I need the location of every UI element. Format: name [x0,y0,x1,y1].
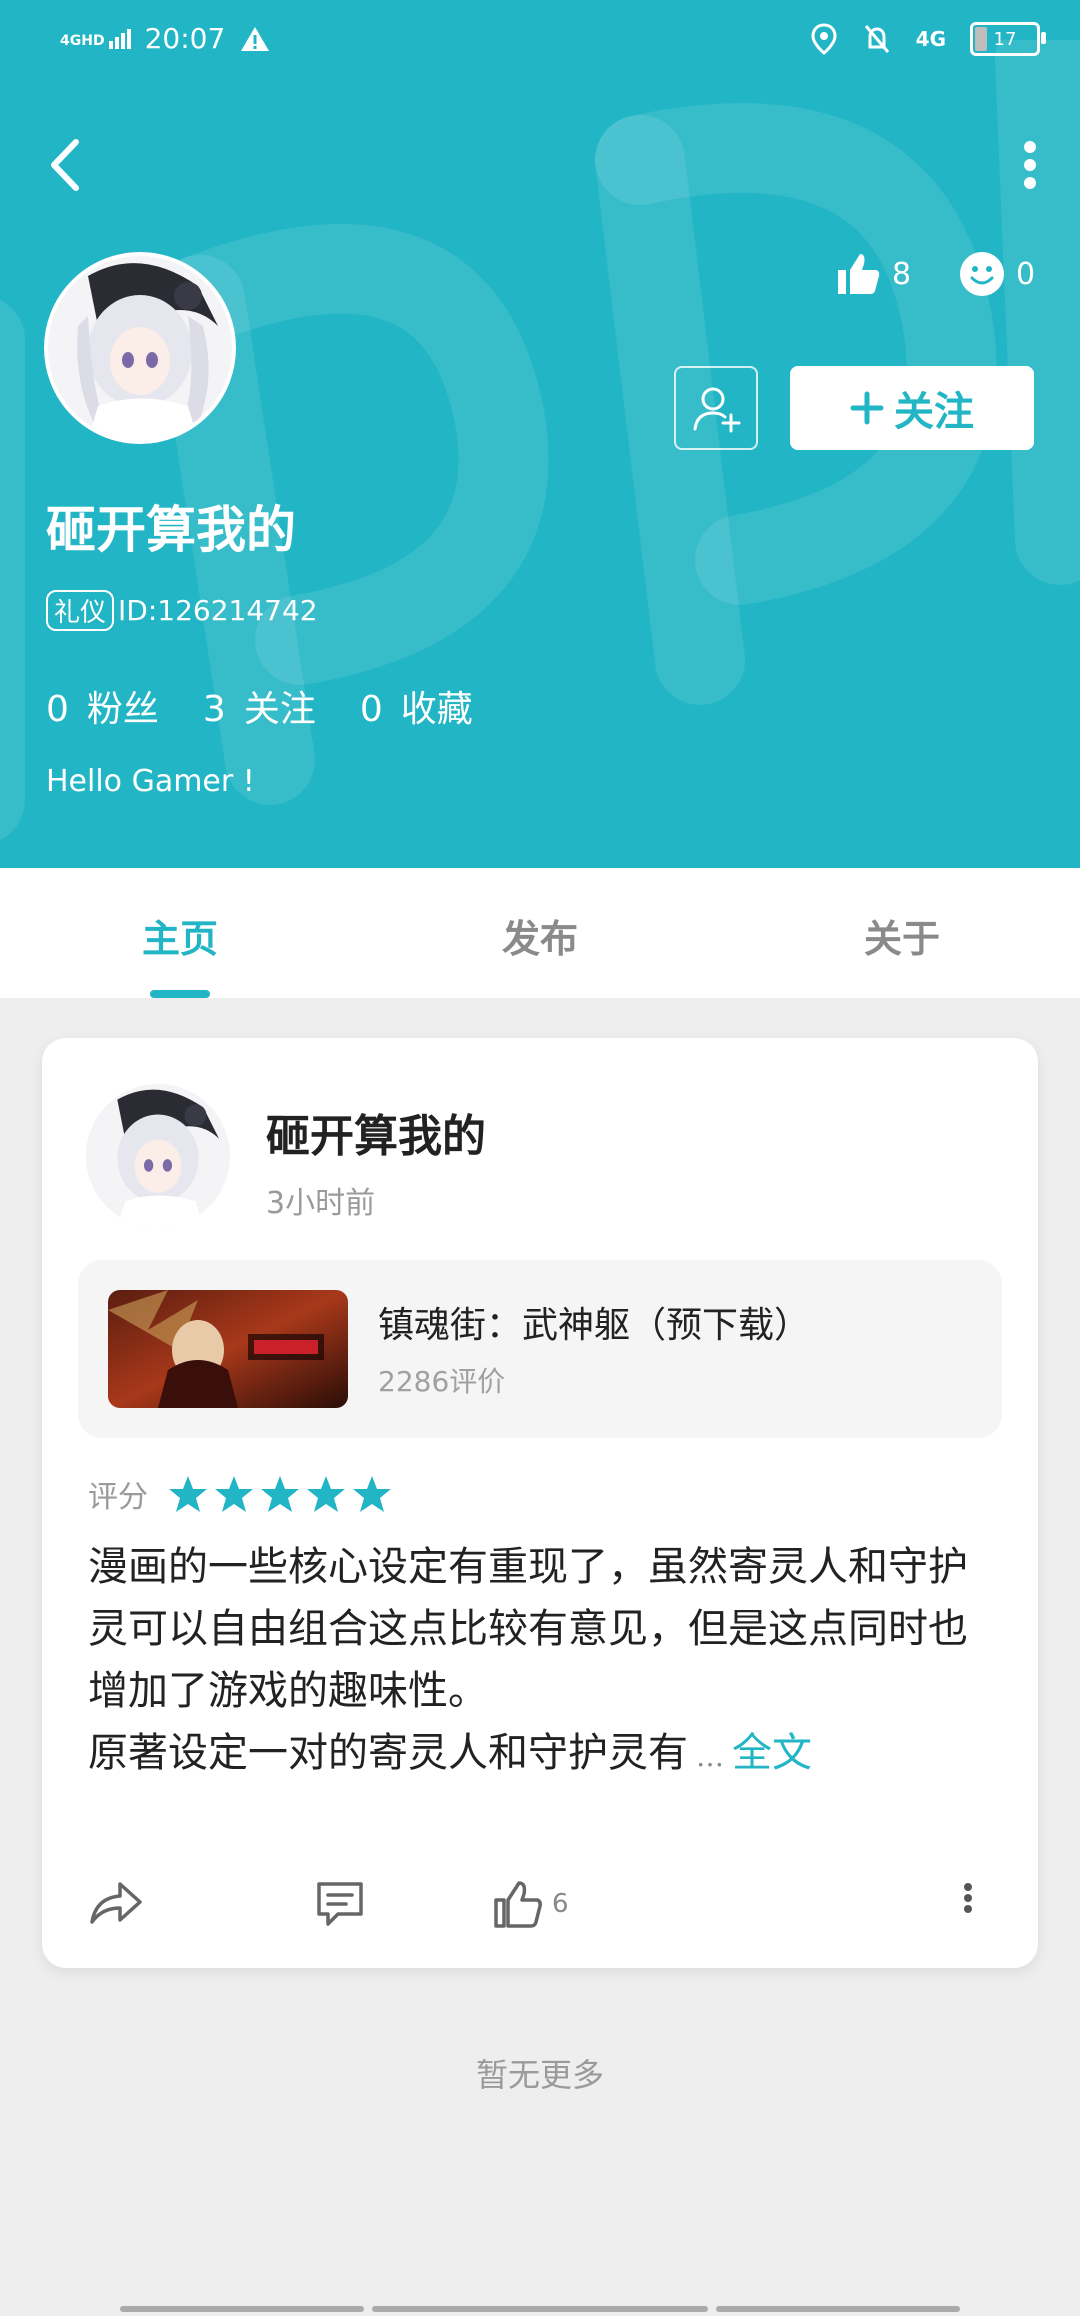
tab-posts[interactable]: 发布 [502,908,578,963]
active-tab-indicator [150,990,210,998]
smiles-stat[interactable]: 0 [958,250,1035,298]
author-avatar[interactable] [86,1084,230,1228]
add-friend-button[interactable] [674,366,758,450]
profile-bio: Hello Gamer ! [46,764,255,799]
review-text[interactable]: 漫画的一些核心设定有重现了，虽然寄灵人和守护灵可以自由组合这点比较有意见，但是这… [88,1536,988,1788]
battery-icon: 17 [970,22,1046,56]
profile-avatar[interactable] [44,252,236,444]
rating-label: 评分 [88,1480,148,1515]
game-cover-art [108,1290,348,1408]
chevron-left-icon [51,139,79,191]
favorites-count[interactable]: 0 收藏 [360,680,473,732]
post-time: 3小时前 [266,1186,376,1221]
star-icon [261,1476,299,1512]
nav-bar-segment [716,2306,960,2312]
mute-bell-icon [864,25,889,53]
network-label: 4GHD [60,32,105,49]
warning-icon [241,26,270,51]
profile-username: 砸开算我的 [46,500,296,559]
title-badge: 礼仪 [46,590,115,631]
signal-icon: 4GHD [60,28,131,49]
ellipsis: … [696,1740,724,1773]
badge-row: 礼仪 ID:126214742 [46,590,318,631]
nav-bar-segment [120,2306,364,2312]
tab-home[interactable]: 主页 [142,908,218,963]
thumbs-up-icon [838,254,880,294]
thumbs-up-outline-icon [494,1881,542,1928]
star-icon [307,1476,345,1512]
back-button[interactable] [40,130,90,200]
game-review-count: 2286评价 [378,1365,506,1398]
user-id: ID:126214742 [118,594,318,627]
read-full-link[interactable]: 全文 [732,1730,812,1776]
more-vertical-icon [1024,141,1036,189]
follow-button[interactable]: 关注 [790,366,1034,450]
add-user-icon [693,387,741,433]
post-more-button[interactable] [958,1878,978,1918]
location-icon [811,23,837,55]
smiley-icon [960,252,1004,296]
author-name[interactable]: 砸开算我的 [266,1100,486,1164]
rating-stars [168,1474,392,1514]
tab-bar: 主页 发布 关于 [0,868,1080,998]
follow-label: 关注 [894,389,974,435]
watermark-logo [0,40,1080,841]
clock: 20:07 [144,22,226,55]
avatar-illustration [48,256,232,440]
following-count[interactable]: 3 关注 [203,680,316,732]
comment-icon [317,1882,363,1926]
star-icon [215,1476,253,1512]
star-icon [169,1476,207,1512]
no-more-text: 暂无更多 [475,2056,604,2094]
like-count: 6 [552,1889,569,1919]
share-button[interactable] [88,1878,144,1928]
share-icon [90,1882,142,1924]
smiles-count: 0 [1016,256,1036,292]
fans-count[interactable]: 0 粉丝 [46,680,159,732]
post-actions: 6 [88,1878,998,1938]
tab-about[interactable]: 关于 [864,908,940,963]
review-card[interactable]: 砸开算我的 3小时前 镇魂街：武神躯（预下载） 2286评价 评分 漫画的一些核… [42,1038,1038,1968]
star-icon [353,1476,391,1512]
review-body: 漫画的一些核心设定有重现了，虽然寄灵人和守护灵可以自由组合这点比较有意见，但是这… [88,1544,968,1776]
game-title: 镇魂街：武神躯（预下载） [378,1305,811,1346]
rating-row: 评分 [88,1472,392,1516]
game-thumbnail [108,1290,348,1408]
likes-count: 8 [892,256,912,292]
profile-header: 4GHD 20:07 4G 17 8 0 关注 砸开算我的 礼仪 ID:1262… [0,0,1080,868]
status-bar: 4GHD 20:07 4G 17 [0,0,1080,80]
more-options-button[interactable] [1010,135,1050,195]
network-right-label: 4G [915,27,946,51]
more-vertical-icon [964,1883,972,1913]
like-button[interactable]: 6 [492,1878,569,1930]
avatar-illustration [86,1084,230,1228]
plus-icon [850,391,884,425]
battery-level: 17 [993,28,1017,50]
nav-bar-segment [372,2306,708,2312]
comment-button[interactable] [314,1878,366,1930]
likes-stat[interactable]: 8 [834,250,911,298]
profile-counts: 0 粉丝 3 关注 0 收藏 [46,680,473,732]
game-link[interactable]: 镇魂街：武神躯（预下载） 2286评价 [78,1260,1002,1438]
